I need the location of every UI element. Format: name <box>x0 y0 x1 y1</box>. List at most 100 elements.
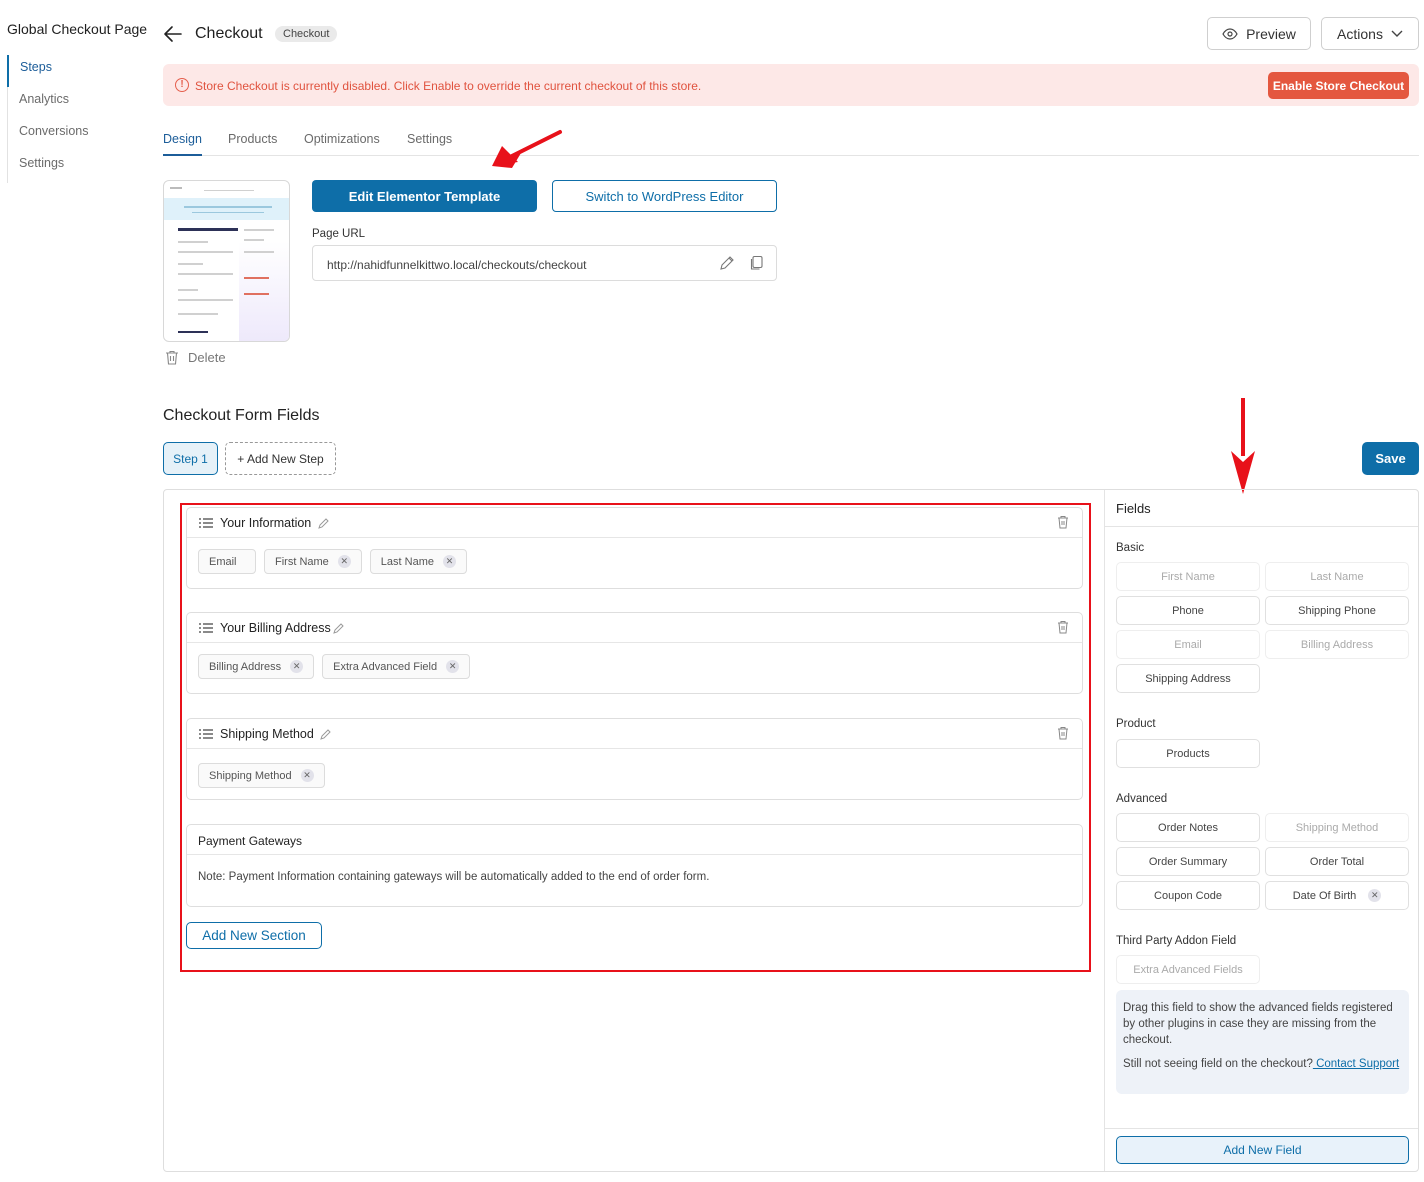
page-url-label: Page URL <box>312 228 366 240</box>
page-title: Checkout <box>195 25 263 42</box>
field-first-name: First Name <box>1116 562 1260 591</box>
form-section-shipping-method[interactable]: Shipping Method Shipping Method ✕ <box>186 718 1083 800</box>
field-shipping-method: Shipping Method <box>1265 813 1409 842</box>
field-products[interactable]: Products <box>1116 739 1260 768</box>
third-party-group-label: Third Party Addon Field <box>1116 935 1237 947</box>
step-1-tab[interactable]: Step 1 <box>163 442 218 475</box>
delete-template-link[interactable]: Delete <box>165 350 226 365</box>
field-date-of-birth[interactable]: Date Of Birth ✕ <box>1265 881 1409 910</box>
tab-settings[interactable]: Settings <box>407 132 452 156</box>
add-new-section-button[interactable]: Add New Section <box>186 922 322 949</box>
field-shipping-address[interactable]: Shipping Address <box>1116 664 1260 693</box>
section-field-chips: Shipping Method ✕ <box>198 763 325 788</box>
pencil-icon[interactable] <box>318 517 330 529</box>
drag-list-icon[interactable] <box>199 729 213 739</box>
page-url-field[interactable]: http://nahidfunnelkittwo.local/checkouts… <box>312 245 777 281</box>
actions-dropdown[interactable]: Actions <box>1321 17 1419 50</box>
sidebar: Global Checkout Page Steps Analytics Con… <box>0 0 150 1182</box>
section-title: Payment Gateways <box>198 834 303 848</box>
alert-message: Store Checkout is currently disabled. Cl… <box>195 79 702 93</box>
trash-icon[interactable] <box>1057 515 1069 529</box>
preview-label: Preview <box>1246 25 1296 42</box>
copy-icon[interactable] <box>749 255 765 271</box>
annotation-arrow-icon <box>492 130 562 168</box>
field-order-notes[interactable]: Order Notes <box>1116 813 1260 842</box>
field-coupon-code[interactable]: Coupon Code <box>1116 881 1260 910</box>
remove-icon[interactable]: ✕ <box>446 660 460 673</box>
drag-list-icon[interactable] <box>199 518 213 528</box>
tab-products[interactable]: Products <box>228 132 277 156</box>
form-section-payment-gateways: Payment Gateways Note: Payment Informati… <box>186 824 1083 907</box>
fields-panel-title: Fields <box>1116 501 1151 516</box>
trash-icon <box>166 350 178 365</box>
trash-icon[interactable] <box>1057 726 1069 740</box>
remove-icon[interactable]: ✕ <box>442 555 456 568</box>
sidebar-item-conversions[interactable]: Conversions <box>8 119 137 151</box>
field-chip-extra-advanced-field[interactable]: Extra Advanced Field ✕ <box>322 654 471 679</box>
tab-optimizations[interactable]: Optimizations <box>304 132 380 156</box>
remove-icon[interactable]: ✕ <box>290 660 304 673</box>
payment-note: Note: Payment Information containing gat… <box>198 871 710 883</box>
field-billing-address: Billing Address <box>1265 630 1409 659</box>
sidebar-item-settings[interactable]: Settings <box>8 151 137 183</box>
enable-store-checkout-button[interactable]: Enable Store Checkout <box>1268 72 1409 99</box>
step-type-badge: Checkout <box>275 26 338 42</box>
edit-elementor-template-button[interactable]: Edit Elementor Template <box>312 180 537 212</box>
info-question-line: Still not seeing field on the checkout? … <box>1123 1056 1402 1072</box>
page-header: Checkout Checkout Preview Actions <box>163 17 1419 51</box>
step-tabs: Design Products Optimizations Settings <box>163 130 1419 156</box>
advanced-group-label: Advanced <box>1116 793 1168 805</box>
section-title: Your Information <box>220 516 312 530</box>
info-question: Still not seeing field on the checkout? <box>1123 1058 1313 1070</box>
pencil-icon[interactable] <box>320 728 332 740</box>
sidebar-nav: Steps Analytics Conversions Settings <box>7 55 137 183</box>
sidebar-item-steps[interactable]: Steps <box>7 55 137 87</box>
add-new-field-button[interactable]: Add New Field <box>1116 1136 1409 1164</box>
field-chip-shipping-method[interactable]: Shipping Method ✕ <box>198 763 325 788</box>
field-last-name: Last Name <box>1265 562 1409 591</box>
section-field-chips: Email First Name ✕ Last Name ✕ <box>198 549 467 574</box>
chevron-down-icon <box>1391 30 1403 37</box>
sidebar-title: Global Checkout Page <box>7 21 148 37</box>
section-field-chips: Billing Address ✕ Extra Advanced Field ✕ <box>198 654 471 679</box>
remove-icon[interactable]: ✕ <box>337 555 351 568</box>
field-chip-first-name[interactable]: First Name ✕ <box>264 549 362 574</box>
save-button[interactable]: Save <box>1362 442 1419 475</box>
pencil-icon[interactable] <box>333 622 345 634</box>
pencil-icon[interactable] <box>719 255 735 271</box>
field-email: Email <box>1116 630 1260 659</box>
info-icon: ! <box>175 78 189 92</box>
field-phone[interactable]: Phone <box>1116 596 1260 625</box>
form-builder: Your Information Email First Name ✕ Last … <box>163 489 1419 1172</box>
page-url-value: http://nahidfunnelkittwo.local/checkouts… <box>327 258 587 272</box>
annotation-arrow-down-icon <box>1231 398 1255 494</box>
form-section-billing-address[interactable]: Your Billing Address Billing Address ✕ Ex… <box>186 612 1083 694</box>
switch-wordpress-editor-button[interactable]: Switch to WordPress Editor <box>552 180 777 212</box>
delete-label: Delete <box>188 350 226 365</box>
tab-design[interactable]: Design <box>163 132 202 156</box>
remove-icon[interactable]: ✕ <box>300 769 314 782</box>
add-new-step-button[interactable]: + Add New Step <box>225 442 336 475</box>
template-thumbnail[interactable] <box>163 180 290 342</box>
field-extra-advanced-fields[interactable]: Extra Advanced Fields <box>1116 955 1260 984</box>
field-chip-last-name[interactable]: Last Name ✕ <box>369 549 467 574</box>
product-group-label: Product <box>1116 718 1156 730</box>
form-section-your-information[interactable]: Your Information Email First Name ✕ Last … <box>186 507 1083 589</box>
contact-support-link[interactable]: Contact Support <box>1313 1058 1399 1070</box>
section-title: Shipping Method <box>220 727 314 741</box>
field-order-total[interactable]: Order Total <box>1265 847 1409 876</box>
field-order-summary[interactable]: Order Summary <box>1116 847 1260 876</box>
drag-list-icon[interactable] <box>199 623 213 633</box>
section-title: Your Billing Address <box>220 621 331 635</box>
field-chip-email[interactable]: Email <box>198 549 256 574</box>
store-checkout-alert: ! Store Checkout is currently disabled. … <box>163 64 1419 106</box>
sidebar-item-analytics[interactable]: Analytics <box>8 87 137 119</box>
eye-icon <box>1222 27 1238 40</box>
checkout-form-fields-heading: Checkout Form Fields <box>163 407 320 424</box>
field-chip-billing-address[interactable]: Billing Address ✕ <box>198 654 315 679</box>
field-shipping-phone[interactable]: Shipping Phone <box>1265 596 1409 625</box>
trash-icon[interactable] <box>1057 620 1069 634</box>
preview-button[interactable]: Preview <box>1207 17 1311 50</box>
back-arrow-icon[interactable] <box>163 25 183 43</box>
remove-icon[interactable]: ✕ <box>1368 889 1382 902</box>
